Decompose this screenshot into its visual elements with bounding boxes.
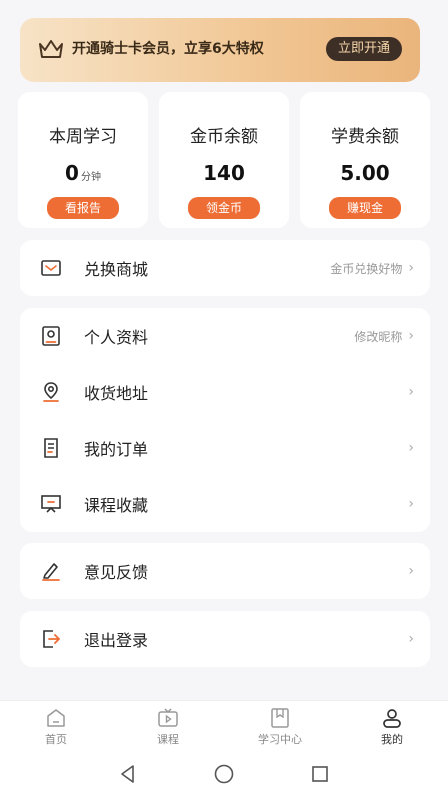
profile-icon — [383, 709, 401, 728]
stat-tuition-balance: 学费余额 5.00 赚现金 — [300, 92, 430, 228]
menu-item-logout[interactable]: 退出登录 › — [20, 611, 430, 667]
menu-title: 意见反馈 — [84, 563, 149, 582]
chevron-right-icon: › — [408, 496, 414, 512]
stat-value: 140 — [203, 161, 245, 185]
tab-label: 课程 — [157, 733, 179, 746]
menu-title: 课程收藏 — [84, 496, 149, 515]
chevron-right-icon: › — [408, 440, 414, 456]
menu-title: 退出登录 — [84, 631, 149, 650]
stat-value: 5.00 — [340, 161, 390, 185]
open-membership-button[interactable]: 立即开通 — [325, 37, 402, 61]
home-circle-icon[interactable] — [213, 763, 235, 785]
receipt-icon — [44, 438, 58, 458]
tab-learning-center[interactable]: 学习中心 — [224, 701, 336, 750]
menu-item-profile[interactable]: 个人资料 修改昵称 › — [20, 308, 430, 364]
stats-row: 本周学习 0 分钟 看报告 金币余额 140 领金币 学费余额 5.00 赚现金 — [18, 92, 430, 228]
tab-label: 我的 — [381, 733, 403, 746]
tab-courses[interactable]: 课程 — [112, 701, 224, 750]
menu-item-feedback[interactable]: 意见反馈 › — [20, 543, 430, 599]
shop-card: 兑换商城 金币兑换好物 › — [20, 240, 430, 296]
envelope-icon — [41, 260, 61, 276]
back-triangle-icon[interactable] — [117, 763, 139, 785]
stat-unit: 分钟 — [80, 172, 101, 183]
earn-cash-button[interactable]: 赚现金 — [329, 197, 401, 219]
bookmark-icon — [271, 708, 289, 728]
stat-label: 本周学习 — [49, 127, 117, 147]
tab-home[interactable]: 首页 — [0, 701, 112, 750]
tab-label: 首页 — [45, 733, 67, 746]
menu-item-orders[interactable]: 我的订单 › — [20, 420, 430, 476]
board-icon — [41, 495, 61, 513]
menu-item-shop[interactable]: 兑换商城 金币兑换好物 › — [20, 240, 430, 296]
tv-icon — [158, 708, 178, 727]
tab-mine[interactable]: 我的 — [336, 701, 448, 750]
home-icon — [47, 709, 65, 727]
stat-coin-balance: 金币余额 140 领金币 — [159, 92, 289, 228]
chevron-right-icon: › — [408, 563, 414, 579]
menu-title: 个人资料 — [84, 328, 149, 347]
logout-icon — [43, 630, 60, 648]
stat-value: 0 分钟 — [65, 161, 101, 185]
system-nav-bar — [0, 750, 448, 797]
recent-apps-square-icon[interactable] — [309, 763, 331, 785]
chevron-right-icon: › — [408, 631, 414, 647]
stat-weekly-study: 本周学习 0 分钟 看报告 — [18, 92, 148, 228]
menu-title: 兑换商城 — [84, 260, 149, 279]
account-card: 个人资料 修改昵称 › 收货地址 › 我的订单 › 课程收藏 › — [20, 308, 430, 532]
pencil-icon — [42, 563, 60, 581]
tab-label: 学习中心 — [258, 733, 302, 746]
banner-text: 开通骑士卡会员，立享6大特权 — [72, 41, 264, 57]
feedback-card: 意见反馈 › — [20, 543, 430, 599]
menu-item-address[interactable]: 收货地址 › — [20, 364, 430, 420]
menu-item-favorites[interactable]: 课程收藏 › — [20, 476, 430, 532]
chevron-right-icon: › — [408, 328, 414, 344]
get-coins-button[interactable]: 领金币 — [188, 197, 260, 219]
chevron-right-icon: › — [408, 260, 414, 276]
menu-hint: 修改昵称 — [354, 329, 403, 344]
location-pin-icon — [43, 382, 59, 402]
vip-banner[interactable]: 开通骑士卡会员，立享6大特权 立即开通 — [20, 18, 420, 82]
logout-card: 退出登录 › — [20, 611, 430, 667]
id-card-icon — [42, 326, 60, 346]
stat-label: 学费余额 — [331, 127, 399, 147]
menu-hint: 金币兑换好物 — [330, 261, 403, 276]
bottom-tab-bar: 首页 课程 学习中心 我的 — [0, 700, 448, 750]
crown-icon — [39, 40, 63, 58]
stat-label: 金币余额 — [190, 127, 258, 147]
menu-title: 收货地址 — [84, 384, 149, 403]
chevron-right-icon: › — [408, 384, 414, 400]
menu-title: 我的订单 — [84, 440, 149, 459]
view-report-button[interactable]: 看报告 — [47, 197, 119, 219]
